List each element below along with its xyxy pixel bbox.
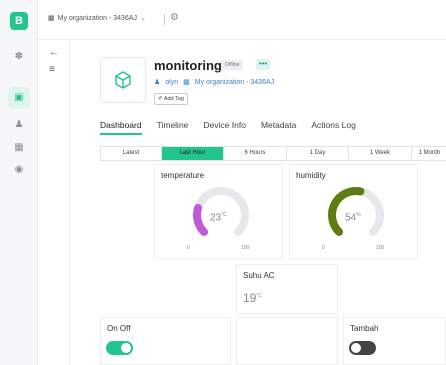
humidity-widget[interactable]: humidity 54% 0 100 xyxy=(289,164,418,260)
widget-title: On Off xyxy=(107,324,131,333)
widget-title: temperature xyxy=(161,171,205,180)
sub-nav: ← ≡ xyxy=(38,40,70,365)
settings-icon[interactable]: ⚙ xyxy=(170,12,179,23)
gauge-unit: % xyxy=(356,212,361,218)
status-badge: Offline xyxy=(221,60,244,70)
value-display: 19°C xyxy=(243,291,262,305)
widget-title: Suhu AC xyxy=(243,271,275,280)
left-rail: B ✽ ▣ ♟ ▦ ◉ xyxy=(0,0,38,365)
temperature-widget[interactable]: temperature 23°C 0 100 xyxy=(154,164,283,260)
globe-icon[interactable]: ✽ xyxy=(12,50,26,64)
owner-link[interactable]: olyn xyxy=(165,79,178,86)
switch-knob xyxy=(121,343,131,353)
device-meta: ♟ olyn ▦ My organization - 3436AJ xyxy=(154,78,274,87)
blynk-logo[interactable]: B xyxy=(10,12,28,30)
range-6-hours[interactable]: 6 Hours xyxy=(224,147,287,160)
range-1-week[interactable]: 1 Week xyxy=(349,147,412,160)
building-icon[interactable]: ▦ xyxy=(12,141,26,155)
tag-icon: ✐ xyxy=(158,96,163,102)
gauge-max: 100 xyxy=(376,245,385,251)
person-icon[interactable]: ♟ xyxy=(12,118,26,132)
tab-timeline[interactable]: Timeline xyxy=(157,120,189,135)
layers-icon[interactable]: ▣ xyxy=(8,87,30,109)
building-icon: ▦ xyxy=(183,79,190,86)
cube-icon xyxy=(115,71,131,89)
tab-metadata[interactable]: Metadata xyxy=(261,120,296,135)
range-1-day[interactable]: 1 Day xyxy=(287,147,349,160)
tab-device-info[interactable]: Device Info xyxy=(203,120,246,135)
time-range-selector: Latest Last Hour 6 Hours 1 Day 1 Week 1 … xyxy=(100,146,446,161)
gauge-min: 0 xyxy=(322,245,325,251)
gauge-value-number: 23 xyxy=(210,212,222,224)
range-latest[interactable]: Latest xyxy=(101,147,162,160)
value-number: 19 xyxy=(243,291,257,305)
range-last-hour[interactable]: Last Hour xyxy=(162,147,224,160)
value-unit: °C xyxy=(256,293,262,299)
lightbulb-icon[interactable]: ◉ xyxy=(12,163,26,177)
gauge-unit: °C xyxy=(221,212,227,218)
divider xyxy=(164,14,165,25)
back-arrow-icon[interactable]: ← xyxy=(49,47,59,58)
widget-title: Tambah xyxy=(350,324,379,333)
on-off-widget: On Off xyxy=(100,317,231,365)
menu-icon[interactable]: ≡ xyxy=(49,64,55,75)
gauge-value: 23°C xyxy=(210,212,227,223)
more-button[interactable]: ••• xyxy=(256,59,270,70)
switch-knob xyxy=(351,343,361,353)
add-tag-label: Add Tag xyxy=(163,96,184,102)
tambah-switch[interactable] xyxy=(349,341,376,355)
tab-bar: Dashboard Timeline Device Info Metadata … xyxy=(100,120,371,135)
range-1-month[interactable]: 1 Month xyxy=(412,147,446,160)
device-title: monitoring xyxy=(154,58,222,73)
empty-widget xyxy=(236,317,338,365)
chevron-down-icon: ⌄ xyxy=(140,15,146,22)
widget-title: humidity xyxy=(296,171,326,180)
gauge-max: 100 xyxy=(241,245,250,251)
tab-actions-log[interactable]: Actions Log xyxy=(311,120,355,135)
on-off-switch[interactable] xyxy=(106,341,133,355)
tab-dashboard[interactable]: Dashboard xyxy=(100,120,142,135)
user-icon: ♟ xyxy=(154,79,161,86)
device-icon xyxy=(100,57,146,103)
building-icon: ▦ xyxy=(48,15,55,22)
org-name: My organization - 3436AJ xyxy=(57,14,138,22)
top-bar: ▦ My organization - 3436AJ ⌄ ⚙ xyxy=(38,0,446,40)
gauge-min: 0 xyxy=(187,245,190,251)
org-link[interactable]: My organization - 3436AJ xyxy=(195,79,274,86)
gauge-value: 54% xyxy=(345,212,361,223)
suhu-ac-widget[interactable]: Suhu AC 19°C xyxy=(236,264,338,314)
gauge-value-number: 54 xyxy=(345,212,357,224)
tambah-widget: Tambah xyxy=(343,317,446,365)
add-tag-button[interactable]: ✐ Add Tag xyxy=(154,93,188,105)
org-switcher[interactable]: ▦ My organization - 3436AJ ⌄ xyxy=(48,14,146,23)
